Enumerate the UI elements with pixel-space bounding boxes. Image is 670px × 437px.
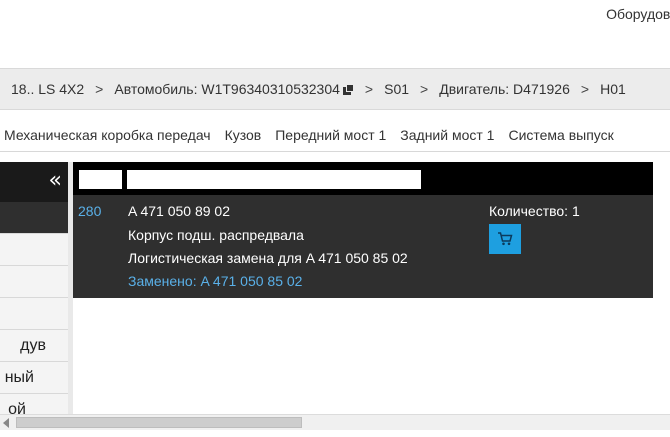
breadcrumb-separator: > bbox=[95, 81, 104, 97]
replaced-by-link[interactable]: Заменено: A 471 050 85 02 bbox=[128, 273, 302, 289]
tab-body[interactable]: Кузов bbox=[218, 127, 269, 143]
copy-icon[interactable] bbox=[342, 83, 354, 95]
sidebar-item[interactable] bbox=[0, 266, 68, 298]
part-position-link[interactable]: 280 bbox=[78, 203, 101, 219]
part-note: Логистическая замена для A 471 050 85 02 bbox=[128, 250, 408, 266]
cart-icon bbox=[498, 232, 513, 246]
tab-rear-axle[interactable]: Задний мост 1 bbox=[393, 127, 501, 143]
breadcrumb-separator: > bbox=[364, 81, 374, 97]
part-number: A 471 050 89 02 bbox=[128, 203, 230, 219]
part-card-header bbox=[73, 162, 653, 195]
tab-manual-gearbox[interactable]: Механическая коробка передач bbox=[0, 127, 218, 143]
breadcrumb-engine[interactable]: Двигатель: D471926 bbox=[439, 81, 570, 97]
add-to-cart-button[interactable] bbox=[489, 224, 521, 254]
description-header-field bbox=[127, 170, 421, 189]
sidebar-item[interactable]: дув bbox=[0, 330, 68, 362]
part-name: Корпус подш. распредвала bbox=[128, 227, 304, 243]
sidebar-item[interactable] bbox=[0, 298, 68, 330]
breadcrumb-vehicle[interactable]: Автомобиль: W1T96340310532304 bbox=[114, 81, 340, 97]
sidebar-header: « bbox=[0, 162, 68, 202]
breadcrumb-separator: > bbox=[420, 81, 429, 97]
horizontal-scrollbar[interactable] bbox=[0, 414, 670, 430]
sidebar-item[interactable] bbox=[0, 234, 68, 266]
top-right-label[interactable]: Оборудова bbox=[606, 6, 670, 22]
quantity-label: Количество: 1 bbox=[489, 203, 580, 219]
tab-front-axle[interactable]: Передний мост 1 bbox=[268, 127, 393, 143]
tab-exhaust-system[interactable]: Система выпуск bbox=[501, 127, 620, 143]
breadcrumb-model[interactable]: 18.. LS 4X2 bbox=[11, 81, 84, 97]
breadcrumb-h01[interactable]: H01 bbox=[600, 81, 626, 97]
breadcrumb: 18.. LS 4X2 > Автомобиль: W1T96340310532… bbox=[0, 68, 670, 110]
sidebar-item[interactable]: ой bbox=[0, 394, 68, 414]
position-header-field bbox=[79, 170, 122, 189]
category-tabs: Механическая коробка передач Кузов Перед… bbox=[0, 118, 670, 152]
scroll-left-arrow-icon[interactable] bbox=[3, 418, 9, 428]
sidebar-item[interactable] bbox=[0, 202, 68, 234]
sidebar-item[interactable]: ный bbox=[0, 362, 68, 394]
breadcrumb-s01[interactable]: S01 bbox=[384, 81, 409, 97]
part-card: 280 A 471 050 89 02 Корпус подш. распред… bbox=[73, 162, 653, 298]
breadcrumb-separator: > bbox=[580, 81, 590, 97]
collapse-sidebar-icon[interactable]: « bbox=[49, 166, 62, 196]
sidebar: « дув ный ой bbox=[0, 162, 68, 414]
scrollbar-thumb[interactable] bbox=[16, 417, 302, 428]
